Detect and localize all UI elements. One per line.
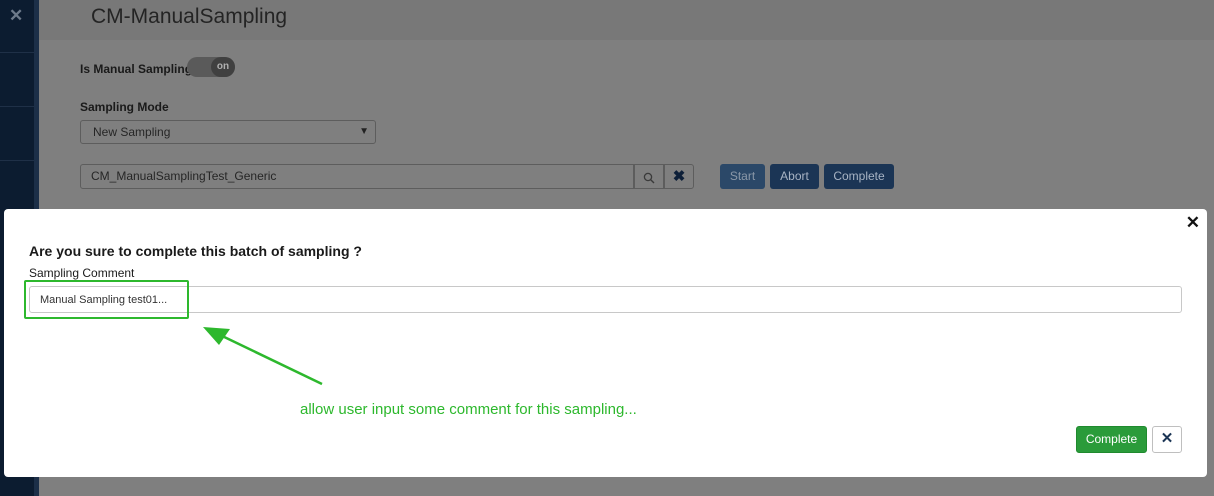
manual-sampling-toggle[interactable]: on bbox=[187, 57, 235, 77]
sampling-mode-value: New Sampling bbox=[93, 125, 171, 139]
start-button[interactable]: Start bbox=[720, 164, 765, 189]
search-icon bbox=[643, 172, 655, 184]
page-header: CM-ManualSampling bbox=[39, 0, 1214, 40]
complete-button-top[interactable]: Complete bbox=[824, 164, 894, 189]
clear-button[interactable]: ✖ bbox=[664, 164, 694, 189]
batch-search-input[interactable]: CM_ManualSamplingTest_Generic bbox=[80, 164, 634, 189]
sidebar-divider bbox=[0, 52, 34, 53]
abort-button[interactable]: Abort bbox=[770, 164, 819, 189]
complete-button[interactable]: Complete bbox=[1076, 426, 1147, 453]
toggle-state-text: on bbox=[211, 57, 235, 77]
sampling-mode-select[interactable]: New Sampling ▼ bbox=[80, 120, 376, 144]
sidebar-divider bbox=[0, 160, 34, 161]
confirm-complete-modal: ✕ Are you sure to complete this batch of… bbox=[4, 209, 1207, 477]
annotation-arrow-icon bbox=[203, 327, 323, 386]
sampling-mode-label: Sampling Mode bbox=[80, 100, 169, 114]
close-icon[interactable]: ✕ bbox=[9, 6, 23, 26]
chevron-down-icon: ▼ bbox=[359, 126, 369, 137]
close-icon: ✕ bbox=[1160, 430, 1174, 447]
batch-value: CM_ManualSamplingTest_Generic bbox=[91, 169, 277, 183]
close-icon: ✖ bbox=[672, 168, 686, 185]
search-button[interactable] bbox=[634, 164, 664, 189]
sidebar-divider bbox=[0, 106, 34, 107]
page-title: CM-ManualSampling bbox=[91, 5, 288, 28]
cancel-button[interactable]: ✕ bbox=[1152, 426, 1182, 453]
manual-sampling-label: Is Manual Sampling bbox=[80, 62, 193, 76]
annotation-text: allow user input some comment for this s… bbox=[300, 401, 637, 418]
